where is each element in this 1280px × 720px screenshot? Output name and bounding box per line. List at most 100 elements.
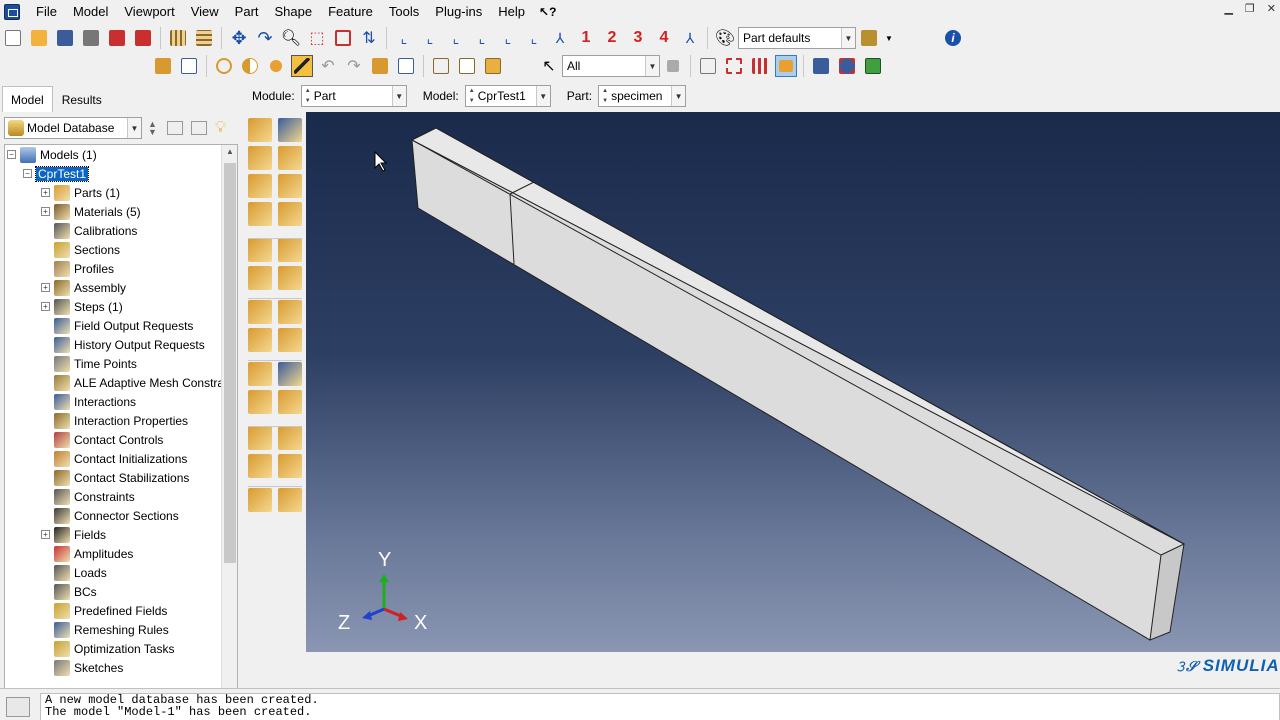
tree-item[interactable]: + Parts (1) — [41, 183, 120, 202]
virtual-topology-icon[interactable] — [278, 328, 302, 352]
selection-filter-select[interactable]: All ▼ — [562, 55, 660, 77]
tree-item[interactable]: Interaction Properties — [41, 411, 188, 430]
highlight-select-icon[interactable] — [775, 55, 797, 77]
edit-tool-icon[interactable] — [291, 55, 313, 77]
view-4-button[interactable]: 4 — [653, 29, 675, 47]
feature-icon[interactable] — [369, 55, 391, 77]
cycle-views-icon[interactable]: ⇅ — [358, 27, 380, 49]
table-manager-icon[interactable] — [178, 55, 200, 77]
view-1-button[interactable]: 1 — [575, 29, 597, 47]
view-cut-icon[interactable] — [810, 55, 832, 77]
circle-outline-icon[interactable] — [213, 55, 235, 77]
expand-icon[interactable]: + — [41, 530, 50, 539]
tree-item[interactable]: Constraints — [41, 487, 135, 506]
tree-item[interactable]: History Output Requests — [41, 335, 205, 354]
menu-part[interactable]: Part — [227, 0, 267, 24]
menu-tools[interactable]: Tools — [381, 0, 427, 24]
redo-icon[interactable]: ↷ — [343, 55, 365, 77]
context-help-icon[interactable]: ↖? — [533, 0, 562, 24]
assign-icon[interactable] — [248, 362, 272, 386]
new-file-icon[interactable] — [2, 27, 24, 49]
tree-item[interactable]: Profiles — [41, 259, 114, 278]
feature-manager-icon[interactable] — [395, 55, 417, 77]
module-select[interactable]: ▲ ▼ Part ▼ — [300, 85, 407, 107]
view-front-icon[interactable]: ⌞ — [393, 27, 415, 49]
tree-item[interactable]: + Steps (1) — [41, 297, 123, 316]
coordinate-system-icon[interactable] — [278, 362, 302, 386]
tree-item[interactable]: Optimization Tasks — [41, 639, 174, 658]
open-folder-icon[interactable] — [28, 27, 50, 49]
menu-model[interactable]: Model — [65, 0, 116, 24]
blend-icon[interactable] — [248, 202, 272, 226]
feature-tools-icon[interactable] — [278, 426, 302, 450]
tree-item[interactable]: Calibrations — [41, 221, 137, 240]
message-log[interactable]: A new model database has been created. T… — [40, 693, 1280, 720]
tree-item[interactable]: Sketches — [41, 658, 123, 677]
save-icon[interactable] — [54, 27, 76, 49]
view-bottom-icon[interactable]: ⌞ — [471, 27, 493, 49]
shaded-icon[interactable] — [482, 55, 504, 77]
message-toggle-icon[interactable] — [6, 697, 30, 717]
menu-help[interactable]: Help — [490, 0, 533, 24]
tree-model[interactable]: − CprTest1 — [23, 164, 90, 183]
tree-vertical-scrollbar[interactable]: ▲ ▼ — [221, 145, 237, 720]
info-icon[interactable]: i — [942, 27, 964, 49]
collapse-icon[interactable]: − — [7, 150, 16, 159]
triad-icon[interactable]: ⅄ — [679, 27, 701, 49]
revolve-icon[interactable] — [278, 146, 302, 170]
undo-icon[interactable]: ↶ — [317, 55, 339, 77]
box-zoom-icon[interactable]: ⬚ — [306, 27, 328, 49]
pan-icon[interactable]: ✥ — [228, 27, 250, 49]
circle-half-icon[interactable] — [239, 55, 261, 77]
tree-item[interactable]: Contact Controls — [41, 430, 163, 449]
expand-icon[interactable]: + — [41, 188, 50, 197]
menu-shape[interactable]: Shape — [267, 0, 321, 24]
tree-item[interactable]: BCs — [41, 582, 97, 601]
repair-icon[interactable] — [248, 328, 272, 352]
datum-axis-icon[interactable] — [278, 238, 302, 262]
datum-plane-icon[interactable] — [248, 390, 272, 414]
app-icon[interactable] — [4, 4, 20, 20]
minimize-icon[interactable]: ▁ — [1224, 2, 1232, 15]
part-select[interactable]: ▲ ▼ specimen ▼ — [598, 85, 687, 107]
selection-options-icon[interactable] — [662, 55, 684, 77]
cut-extrude-icon[interactable] — [248, 174, 272, 198]
select-pointer-icon[interactable]: ↖ — [538, 55, 560, 77]
tree-item[interactable]: Sections — [41, 240, 120, 259]
export-icon[interactable] — [106, 27, 128, 49]
dropdown-arrow-icon[interactable]: ▼ — [884, 27, 894, 49]
tree-item[interactable]: Contact Initializations — [41, 449, 187, 468]
view-iso-icon[interactable]: ⅄ — [549, 27, 571, 49]
collapse-icon[interactable]: − — [23, 169, 32, 178]
filter-tree-icon[interactable] — [190, 121, 207, 135]
scroll-up-icon[interactable]: ▲ — [226, 147, 234, 156]
part-manager-icon[interactable] — [152, 55, 174, 77]
mirror-icon[interactable] — [278, 202, 302, 226]
tree-item[interactable]: + Assembly — [41, 278, 126, 297]
shell-icon[interactable] — [278, 174, 302, 198]
edit-feature-icon[interactable] — [248, 426, 272, 450]
view-2-button[interactable]: 2 — [601, 29, 623, 47]
tree-vertical-thumb[interactable] — [224, 163, 236, 563]
upload-icon[interactable] — [132, 27, 154, 49]
tree-root[interactable]: − Models (1) — [7, 145, 97, 164]
box-select-icon[interactable] — [723, 55, 745, 77]
database-select[interactable]: Model Database ▼ — [4, 117, 142, 139]
menu-file[interactable]: File — [28, 0, 65, 24]
partition-cell-icon[interactable] — [278, 266, 302, 290]
ruler-icon[interactable] — [193, 27, 215, 49]
menu-view[interactable]: View — [183, 0, 227, 24]
render-style-select[interactable]: Part defaults ▼ — [738, 27, 856, 49]
tab-model[interactable]: Model — [2, 86, 53, 112]
attach-icon[interactable] — [248, 454, 272, 478]
auto-fit-icon[interactable] — [332, 27, 354, 49]
select-through-icon[interactable] — [697, 55, 719, 77]
view-cut-toggle-icon[interactable] — [862, 55, 884, 77]
surface-manager-icon[interactable] — [278, 488, 302, 512]
color-palette-icon[interactable]: 🎨︎ — [714, 27, 736, 49]
create-part-icon[interactable] — [248, 118, 272, 142]
tree-item[interactable]: Contact Stabilizations — [41, 468, 189, 487]
close-icon[interactable]: ✕ — [1267, 2, 1276, 15]
menu-viewport[interactable]: Viewport — [116, 0, 182, 24]
view-left-icon[interactable]: ⌞ — [497, 27, 519, 49]
